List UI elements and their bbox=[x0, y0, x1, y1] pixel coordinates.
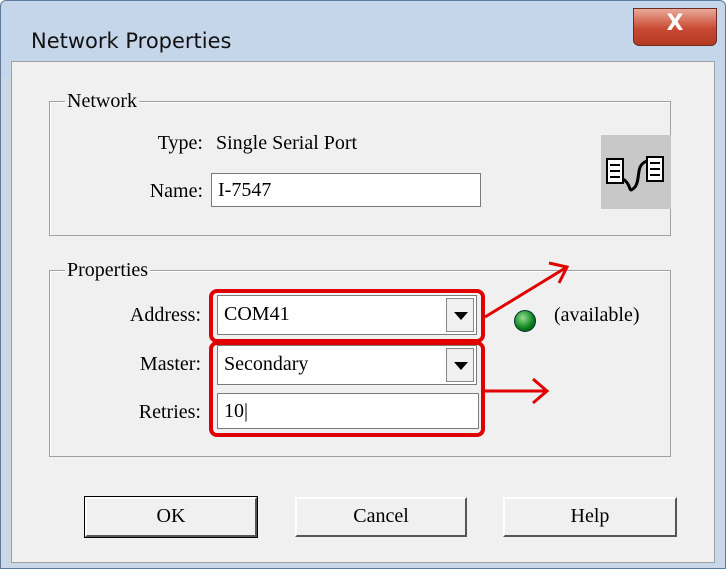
dialog-window: Network Properties X Network Type: Singl… bbox=[0, 0, 726, 569]
cancel-button[interactable]: Cancel bbox=[295, 497, 467, 537]
ok-button[interactable]: OK bbox=[84, 496, 258, 538]
arrow-up-right bbox=[484, 261, 570, 319]
arrow-right bbox=[485, 377, 550, 405]
annotation-arrows bbox=[484, 261, 570, 405]
help-button[interactable]: Help bbox=[503, 497, 677, 537]
